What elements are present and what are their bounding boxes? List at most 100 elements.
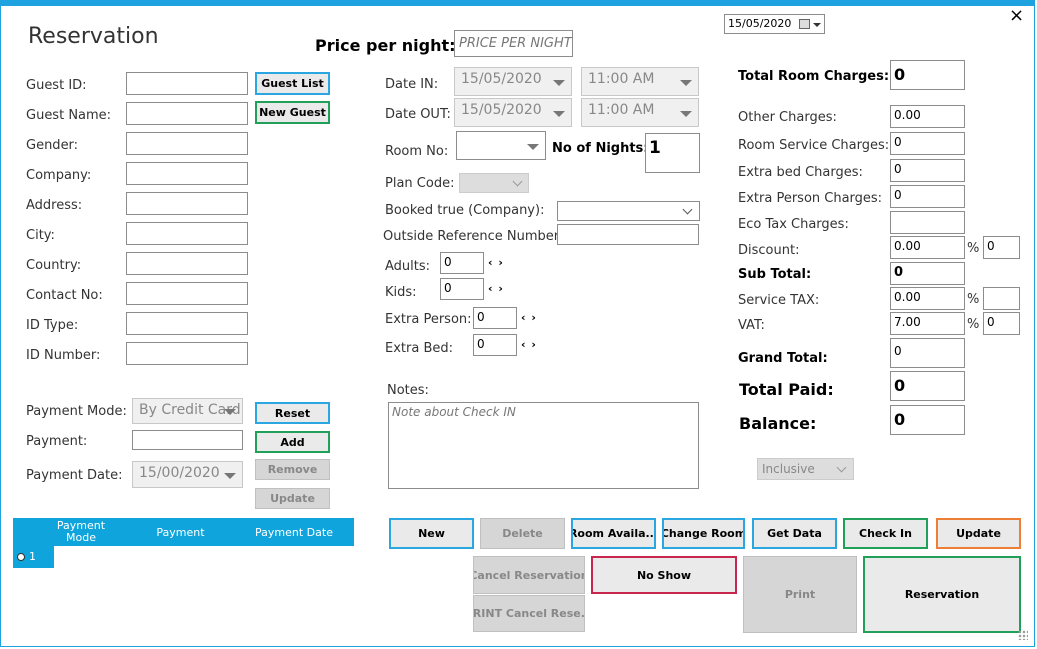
guest-id-input[interactable] xyxy=(126,72,248,95)
contact-no-input[interactable] xyxy=(126,282,248,305)
extra-bed-input[interactable]: 0 xyxy=(473,334,517,356)
id-number-input[interactable] xyxy=(126,342,248,365)
change-room-button[interactable]: Change Room xyxy=(662,518,745,549)
top-date-picker[interactable]: 15/05/2020 xyxy=(724,14,825,34)
outside-ref-label: Outside Reference Number: xyxy=(383,229,564,244)
update-button[interactable]: Update xyxy=(936,518,1021,549)
discount-pct-input[interactable]: 0 xyxy=(983,236,1020,259)
chevron-down-icon xyxy=(836,462,847,473)
payment-grid-header: Payment Mode Payment Payment Date xyxy=(13,518,354,546)
add-payment-button[interactable]: Add xyxy=(255,431,330,453)
room-service-label: Room Service Charges: xyxy=(738,138,890,153)
close-icon[interactable]: × xyxy=(1009,5,1024,26)
room-no-select[interactable] xyxy=(456,131,546,160)
new-guest-button[interactable]: New Guest xyxy=(255,101,330,124)
adults-input[interactable]: 0 xyxy=(440,252,484,274)
eco-tax-input[interactable] xyxy=(890,211,965,234)
booked-company-select[interactable] xyxy=(557,201,700,221)
table-row[interactable]: 1 xyxy=(13,546,54,568)
notes-textarea[interactable]: Note about Check IN xyxy=(388,402,699,489)
price-label: Price per night: xyxy=(315,36,456,55)
country-input[interactable] xyxy=(126,252,248,275)
chevron-down-icon xyxy=(224,472,236,479)
payment-mode-select[interactable]: By Credit Card xyxy=(132,398,243,424)
payment-date-picker[interactable]: 15/00/2020 xyxy=(132,461,243,488)
tax-mode-value: Inclusive xyxy=(762,462,815,476)
guest-list-button[interactable]: Guest List xyxy=(255,72,330,95)
discount-input[interactable]: 0.00 xyxy=(890,236,965,259)
extra-person-charges-label: Extra Person Charges: xyxy=(738,191,883,206)
print-cancel-button[interactable]: PRINT Cancel Rese... xyxy=(473,595,585,632)
date-in-picker[interactable]: 15/05/2020 xyxy=(454,67,572,96)
extra-person-charges-input[interactable]: 0 xyxy=(890,185,965,208)
balance-label: Balance: xyxy=(739,414,817,433)
new-button[interactable]: New xyxy=(389,518,474,549)
grid-header-payment: Payment xyxy=(156,526,205,539)
discount-pct-sign: % xyxy=(967,241,980,256)
room-service-input[interactable]: 0 xyxy=(890,132,965,155)
delete-button[interactable]: Delete xyxy=(480,518,565,549)
extra-person-stepper[interactable]: ‹ › xyxy=(521,311,537,324)
balance-input[interactable]: 0 xyxy=(890,405,965,435)
vat-input[interactable]: 7.00 xyxy=(890,312,965,335)
total-paid-input[interactable]: 0 xyxy=(890,371,965,401)
chevron-down-icon xyxy=(512,176,523,187)
payment-label: Payment: xyxy=(26,434,88,449)
plan-code-select[interactable] xyxy=(459,173,529,193)
extra-bed-charges-label: Extra bed Charges: xyxy=(738,165,863,180)
row-id: 1 xyxy=(29,550,36,563)
kids-input[interactable]: 0 xyxy=(440,278,484,300)
grand-total-label: Grand Total: xyxy=(738,351,828,366)
update-payment-button[interactable]: Update xyxy=(255,488,330,509)
service-tax-input[interactable]: 0.00 xyxy=(890,287,965,310)
notes-label: Notes: xyxy=(387,383,429,398)
check-in-button[interactable]: Check In xyxy=(843,518,928,549)
payment-date-label: Payment Date: xyxy=(26,468,123,483)
total-room-label: Total Room Charges: xyxy=(738,69,890,84)
get-data-button[interactable]: Get Data xyxy=(752,518,837,549)
reset-button[interactable]: Reset xyxy=(255,402,330,424)
cancel-reservation-button[interactable]: Cancel Reservation xyxy=(473,556,585,594)
print-button[interactable]: Print xyxy=(743,556,857,633)
address-input[interactable] xyxy=(126,192,248,215)
payment-input[interactable] xyxy=(132,430,243,450)
service-tax-pct-input[interactable] xyxy=(983,287,1020,310)
id-type-label: ID Type: xyxy=(26,318,79,333)
gender-input[interactable] xyxy=(126,132,248,155)
no-show-button[interactable]: No Show xyxy=(591,556,737,594)
price-input[interactable]: PRICE PER NIGHT xyxy=(454,30,573,57)
resize-grip-icon[interactable] xyxy=(1018,630,1028,640)
guest-name-input[interactable] xyxy=(126,102,248,125)
remove-payment-button[interactable]: Remove xyxy=(255,459,330,480)
grand-total-input[interactable]: 0 xyxy=(890,338,965,368)
extra-person-input[interactable]: 0 xyxy=(473,307,517,329)
date-out-picker[interactable]: 15/05/2020 xyxy=(454,98,572,127)
subtotal-input[interactable]: 0 xyxy=(890,262,965,285)
city-input[interactable] xyxy=(126,222,248,245)
extra-bed-charges-input[interactable]: 0 xyxy=(890,159,965,182)
total-room-input[interactable]: 0 xyxy=(890,60,965,90)
tax-mode-select[interactable]: Inclusive xyxy=(757,458,854,480)
date-out-label: Date OUT: xyxy=(385,107,451,122)
kids-stepper[interactable]: ‹ › xyxy=(488,282,504,295)
id-type-input[interactable] xyxy=(126,312,248,335)
other-charges-input[interactable]: 0.00 xyxy=(890,105,965,128)
room-availability-button[interactable]: Room Availa... xyxy=(571,518,656,549)
reservation-button[interactable]: Reservation xyxy=(863,556,1021,633)
date-out-value: 15/05/2020 xyxy=(461,102,542,118)
time-in-picker[interactable]: 11:00 AM xyxy=(581,67,699,96)
chevron-down-icon xyxy=(680,110,692,117)
page-title: Reservation xyxy=(28,24,159,49)
nights-input[interactable]: 1 xyxy=(645,133,700,173)
time-out-picker[interactable]: 11:00 AM xyxy=(581,98,699,127)
outside-ref-input[interactable] xyxy=(557,224,699,245)
company-input[interactable] xyxy=(126,162,248,185)
chevron-down-icon xyxy=(224,409,236,415)
calendar-icon xyxy=(799,19,810,29)
vat-pct-input[interactable]: 0 xyxy=(983,312,1020,335)
country-label: Country: xyxy=(26,258,82,273)
adults-stepper[interactable]: ‹ › xyxy=(488,256,504,269)
chevron-down-icon xyxy=(553,79,565,86)
extra-bed-stepper[interactable]: ‹ › xyxy=(521,338,537,351)
payment-date-value: 15/00/2020 xyxy=(139,465,220,481)
